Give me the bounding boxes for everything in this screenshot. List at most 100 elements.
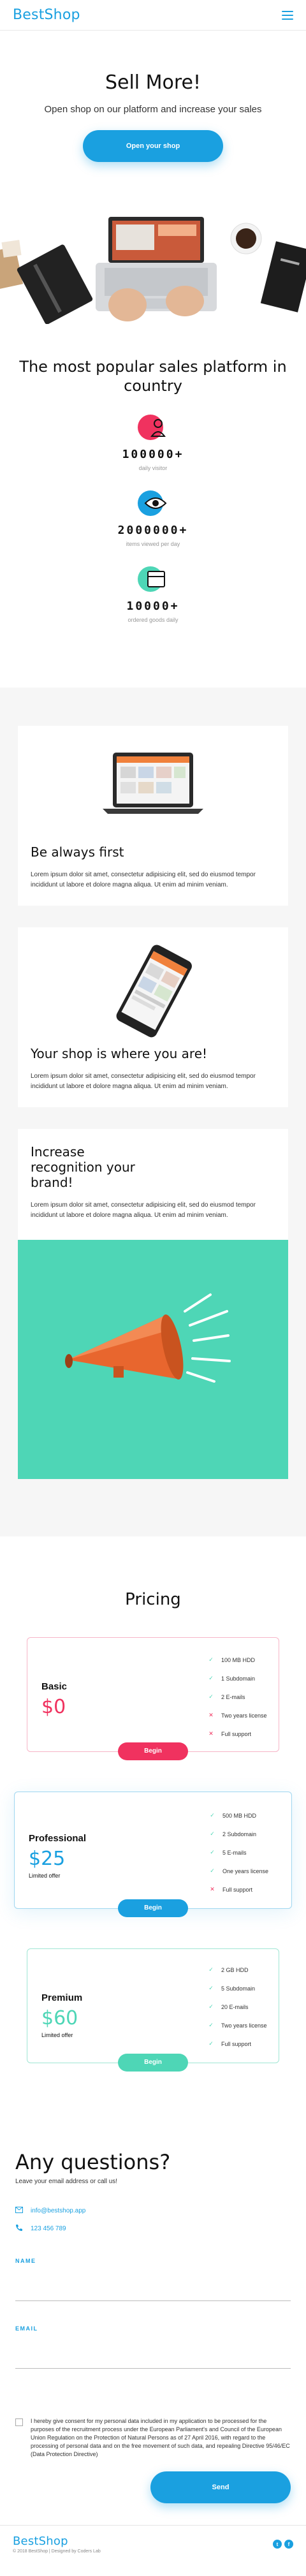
check-icon: ✓ [208, 1985, 214, 1991]
plan-feature: ✓ 2 E-mails [207, 1688, 267, 1706]
twitter-icon[interactable]: t [273, 2540, 282, 2549]
plan-features: ✓ 2 GB HDD ✓ 5 Subdomain ✓ 20 E-mails ✓ Two … [207, 1961, 267, 2053]
stat-visitors: 100000+ daily visitor [0, 413, 306, 471]
megaphone-image [18, 1240, 288, 1479]
site-header: BestShop [0, 0, 306, 31]
user-icon [135, 413, 171, 441]
facebook-icon[interactable]: f [284, 2540, 293, 2549]
consent-row: I hereby give consent for my personal da… [15, 2417, 291, 2459]
email-label: EMAIL [15, 2325, 38, 2332]
send-button[interactable]: Send [150, 2471, 291, 2504]
pricing-section: Pricing Basic $0 ✓ 100 MB HDD ✓ 1 Subdomai… [0, 1536, 306, 2135]
consent-checkbox[interactable] [15, 2418, 23, 2426]
stat-views: 2000000+ items viewed per day [0, 489, 306, 547]
plan-feature: ✓ Two years license [207, 2016, 266, 2035]
stat-value: 100000+ [122, 448, 184, 461]
email-input[interactable] [15, 2332, 291, 2369]
hero-section: Sell More! Open shop on our platform and… [0, 31, 306, 324]
copyright: © 2018 BestShop | Designed by Coders Lab [13, 2549, 101, 2554]
feature-title: Increase recognition your brand! [31, 1144, 135, 1190]
begin-button-professional[interactable]: Begin [118, 1899, 188, 1917]
stat-orders: 10000+ ordered goods daily [0, 565, 306, 623]
check-icon: ✓ [208, 1675, 214, 1681]
eye-icon [135, 489, 171, 517]
stats-section: The most popular sales platform in count… [0, 324, 306, 688]
plan-feature: ✓ 100 MB HDD [207, 1651, 267, 1669]
plan-card-professional: Professional $25 Limited offer ✓ 500 MB H… [14, 1792, 292, 1917]
name-label: NAME [15, 2258, 36, 2264]
consent-text: I hereby give consent for my personal da… [31, 2418, 290, 2458]
plan-features: ✓ 500 MB HDD ✓ 2 Subdomain ✓ 5 E-mails ✓ One… [208, 1806, 268, 1899]
plan-price: $25 [29, 1848, 66, 1870]
contact-lead: Leave your email address or call us! [15, 2178, 118, 2185]
plan-note: Limited offer [29, 1873, 61, 1879]
check-icon: ✓ [210, 1830, 215, 1837]
plan-features: ✓ 100 MB HDD ✓ 1 Subdomain ✓ 2 E-mails ✕ Two… [207, 1651, 267, 1743]
plan-feature: ✓ 20 E-mails [207, 1998, 267, 2016]
stat-value: 2000000+ [117, 524, 189, 537]
stat-value: 10000+ [126, 600, 180, 613]
check-icon: ✓ [210, 1849, 215, 1855]
cart-icon [135, 565, 171, 593]
plan-name: Premium [41, 1992, 83, 2003]
hamburger-icon[interactable] [282, 10, 293, 20]
check-icon: ✓ [210, 1812, 215, 1818]
plan-feature: ✓ 500 MB HDD [208, 1806, 268, 1825]
stat-label: items viewed per day [126, 541, 180, 547]
plan-price: $0 [41, 1696, 66, 1718]
stats-title: The most popular sales platform in count… [19, 358, 287, 395]
desk-illustration [0, 216, 306, 324]
feature-card: Your shop is where you are! Lorem ipsum … [18, 927, 288, 1107]
name-input[interactable] [15, 2264, 291, 2301]
plan-feature: ✓ One years license [208, 1862, 268, 1880]
plan-feature: ✓ 2 GB HDD [207, 1961, 267, 1979]
feature-title: Be always first [31, 844, 124, 860]
features-section: Be always first Lorem ipsum dolor sit am… [0, 688, 306, 1536]
contact-title: Any questions? [15, 2150, 171, 2174]
check-icon: ✓ [208, 1966, 214, 1973]
cross-icon: ✕ [208, 1712, 214, 1718]
brand-logo[interactable]: BestShop [13, 7, 80, 23]
check-icon: ✓ [208, 2003, 214, 2010]
feature-text: Lorem ipsum dolor sit amet, consectetur … [31, 1073, 256, 1090]
hero-subtitle: Open shop on our platform and increase y… [44, 104, 262, 115]
hero-title: Sell More! [105, 71, 201, 94]
phone-icon [15, 2224, 24, 2234]
stat-label: daily visitor [138, 465, 168, 471]
cross-icon: ✕ [210, 1886, 215, 1892]
open-shop-button[interactable]: Open your shop [83, 130, 223, 162]
feature-title: Your shop is where you are! [31, 1046, 208, 1061]
laptop-image [31, 741, 275, 837]
site-footer: BestShop © 2018 BestShop | Designed by C… [0, 2525, 306, 2576]
phone-image [31, 943, 275, 1038]
footer-logo[interactable]: BestShop [13, 2535, 293, 2548]
plan-card-basic: Basic $0 ✓ 100 MB HDD ✓ 1 Subdomain ✓ 2 E-m… [27, 1637, 279, 1760]
plan-name: Basic [41, 1681, 68, 1692]
check-icon: ✓ [208, 1656, 214, 1663]
begin-button-basic[interactable]: Begin [118, 1742, 188, 1760]
plan-feature: ✓ Full support [207, 2035, 267, 2053]
feature-text: Lorem ipsum dolor sit amet, consectetur … [31, 1202, 256, 1219]
plan-feature: ✕ Two years license [207, 1706, 266, 1725]
contact-section: Any questions? Leave your email address … [0, 2150, 306, 2504]
plan-feature: ✕ Full support [207, 1725, 267, 1743]
check-icon: ✓ [210, 1867, 215, 1874]
contact-phone[interactable]: 123 456 789 [15, 2224, 291, 2234]
check-icon: ✓ [208, 2040, 214, 2047]
email-field: EMAIL [15, 2325, 291, 2369]
plan-note: Limited offer [41, 2032, 73, 2038]
check-icon: ✓ [208, 1693, 214, 1700]
feature-text: Lorem ipsum dolor sit amet, consectetur … [31, 871, 256, 888]
plan-feature: ✕ Full support [208, 1880, 268, 1899]
mail-icon [15, 2207, 24, 2215]
social-links: t f [273, 2540, 293, 2549]
plan-feature: ✓ 1 Subdomain [207, 1669, 267, 1688]
cross-icon: ✕ [208, 1730, 214, 1737]
plan-feature: ✓ 5 Subdomain [207, 1979, 267, 1998]
plan-price: $60 [41, 2007, 78, 2029]
feature-card: Be always first Lorem ipsum dolor sit am… [18, 726, 288, 906]
check-icon: ✓ [208, 2022, 214, 2028]
contact-email[interactable]: info@bestshop.app [15, 2207, 291, 2215]
plan-feature: ✓ 2 Subdomain [208, 1825, 268, 1843]
begin-button-premium[interactable]: Begin [118, 2054, 188, 2072]
